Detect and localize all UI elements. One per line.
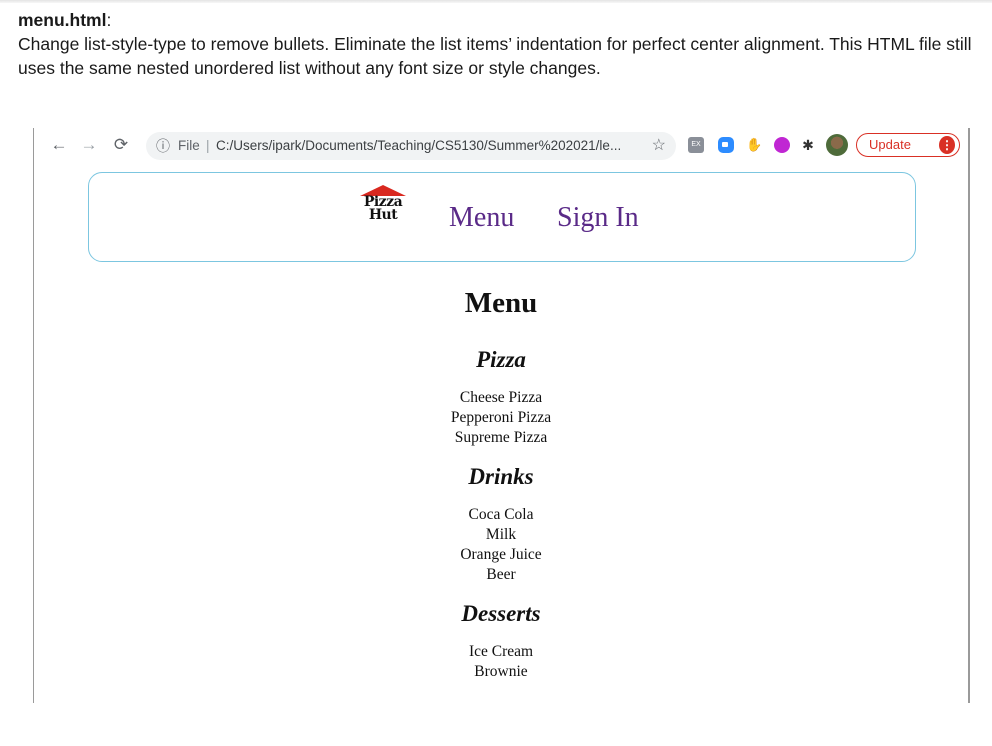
list-item: Ice Cream [468,643,534,660]
browser-right-border [968,128,970,703]
puzzle-extensions-icon[interactable]: ✱ [800,137,816,153]
more-menu-icon[interactable]: ⋮ [939,136,955,154]
instructions-filename: menu.html [18,10,107,30]
info-icon[interactable]: ⓘ [156,132,170,160]
browser-left-border [33,128,34,703]
reload-icon[interactable]: ⟳ [110,134,132,156]
list-item: Beer [486,566,516,583]
instructions-colon: : [106,10,112,30]
browser-toolbar: ← → ⟳ ⓘ File | C:/Users/ipark/Documents/… [34,128,968,162]
address-bar[interactable]: ⓘ File | C:/Users/ipark/Documents/Teachi… [146,132,676,160]
list-item: Coca Cola [468,506,534,523]
site-header: Pizza Hut Menu Sign In [88,172,916,262]
category-heading-drinks: Drinks [468,464,534,489]
instructions-text: Change list-style-type to remove bullets… [18,34,972,78]
nav-link-sign-in[interactable]: Sign In [557,201,639,235]
ex-extension-icon[interactable]: EX [688,137,704,153]
page-title: Menu [464,287,538,319]
hand-extension-icon[interactable]: ✋ [746,137,762,153]
file-label: File [178,138,200,153]
pizza-list: Cheese Pizza Pepperoni Pizza Supreme Piz… [35,388,967,448]
logo-text: Pizza Hut [356,195,410,223]
list-item: Milk [485,526,517,543]
zoom-extension-icon[interactable] [718,137,734,153]
list-item: Cheese Pizza [459,389,543,406]
bookmark-star-icon[interactable]: ☆ [652,132,666,160]
instructions: menu.html: Change list-style-type to rem… [18,8,978,80]
drinks-list: Coca Cola Milk Orange Juice Beer [35,505,967,585]
back-arrow-icon[interactable]: ← [48,134,70,156]
category-heading-desserts: Desserts [461,601,541,626]
logo-line-2: Hut [368,207,398,223]
profile-avatar[interactable] [826,134,848,156]
list-item: Supreme Pizza [454,429,548,446]
category-heading-pizza: Pizza [476,347,526,372]
omnibox-separator: | [206,138,210,153]
update-button[interactable]: Update ⋮ [856,133,960,157]
list-item: Orange Juice [460,546,542,563]
url-text[interactable]: C:/Users/ipark/Documents/Teaching/CS5130… [216,132,621,160]
nav-link-menu[interactable]: Menu [449,201,514,235]
list-item: Pepperoni Pizza [450,409,552,426]
update-label: Update [869,137,911,152]
top-divider [0,0,992,3]
forward-arrow-icon[interactable]: → [78,134,100,156]
desserts-list: Ice Cream Brownie [35,642,967,682]
purple-extension-icon[interactable] [774,137,790,153]
pizza-hut-logo[interactable]: Pizza Hut [356,185,410,235]
list-item: Brownie [474,663,528,680]
